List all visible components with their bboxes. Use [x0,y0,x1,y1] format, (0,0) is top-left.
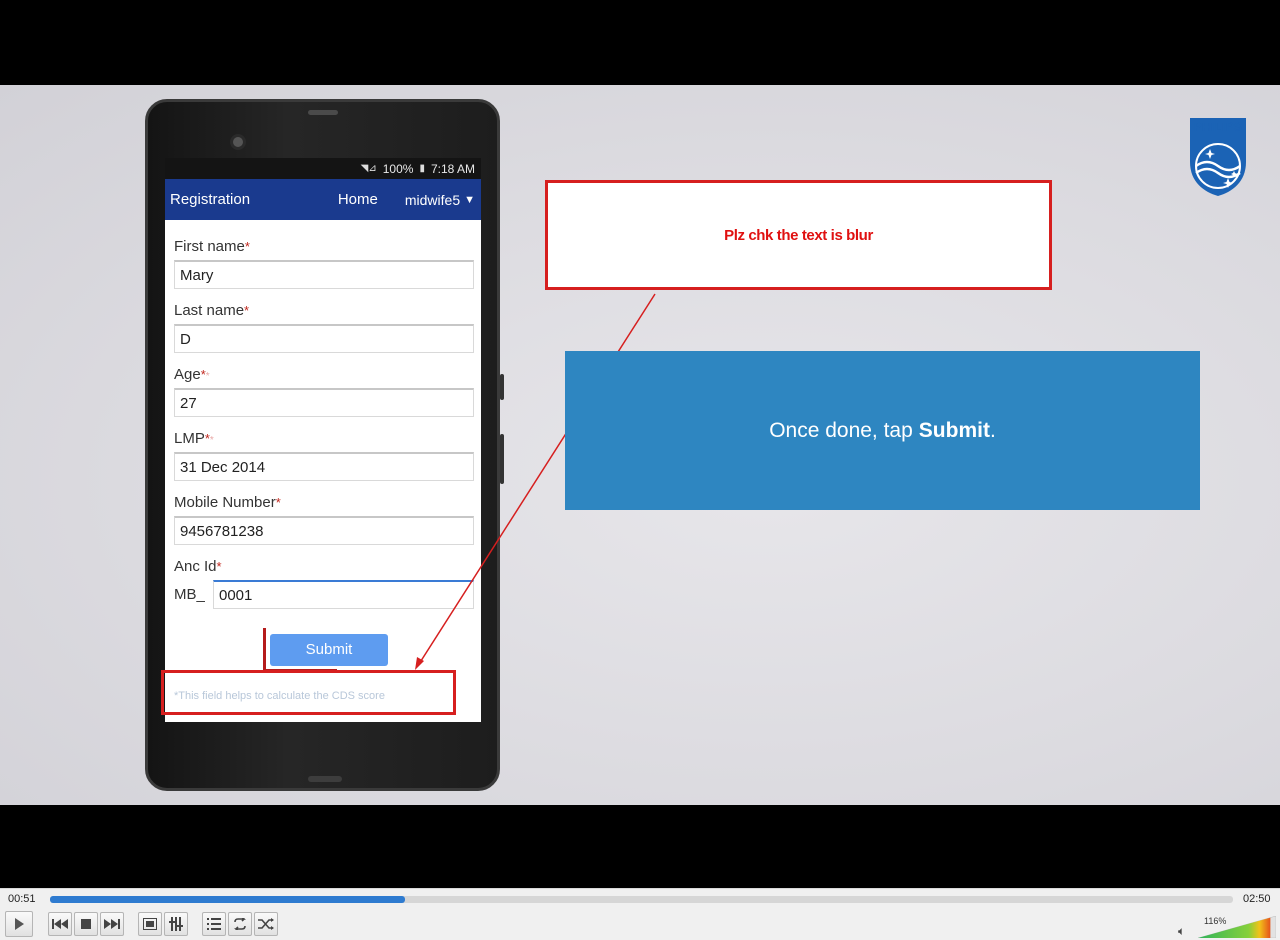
user-name: midwife5 [404,191,461,208]
annotation-comment: Plz chk the text is blur [724,226,873,244]
extended-settings-button[interactable] [164,912,188,936]
anc-id-row: MB_ 0001 [174,580,474,609]
phone-speaker [308,110,338,115]
anc-id-label-text: Anc Id [174,558,217,575]
age-label: Age** [174,364,474,388]
mobile-number-label: Mobile Number* [174,492,474,516]
player-controls: 00:51 02:50 [0,888,1280,940]
annotation-comment-box: Plz chk the text is blur [545,180,1052,290]
annotation-highlight-box [161,670,456,715]
phone-camera [230,134,246,150]
anc-id-field[interactable]: 0001 [213,580,474,609]
loop-icon [234,918,246,930]
last-name-label-text: Last name [174,302,245,319]
first-name-label: First name* [174,236,474,260]
battery-icon: ▮ [419,163,425,174]
cds-mark: * [205,371,210,382]
last-name-label: Last name* [174,300,474,324]
fullscreen-icon [143,918,157,930]
play-button[interactable] [5,911,33,937]
age-field[interactable]: 27 [174,388,474,417]
shuffle-icon [258,918,274,930]
required-mark: * [216,559,222,574]
seek-bar[interactable] [50,896,1233,903]
volume-icon[interactable]: 🔈︎ [1178,924,1185,939]
home-link[interactable]: Home [338,191,378,208]
stop-icon [81,919,91,929]
fullscreen-button[interactable] [138,912,162,936]
lmp-label: LMP** [174,428,474,452]
phone-side-button [500,374,504,400]
banner-text: Once done, tap [769,418,913,442]
registration-form: First name* Mary Last name* D Age** 27 L… [165,220,481,609]
instruction-banner: Once done, tap Submit. [565,351,1200,510]
user-menu[interactable]: midwife5 ▼ [405,192,475,208]
play-icon [15,918,24,930]
annotation-bracket [263,628,266,672]
battery-level: 100% [382,161,414,176]
phone-screen: ◥⊿ 100% ▮ 7:18 AM Registration Home midw… [165,158,481,722]
mobile-number-field[interactable]: 9456781238 [174,516,474,545]
stop-button[interactable] [74,912,98,936]
video-frame: PHILIPS ◥⊿ 100% ▮ 7:18 AM Registration H… [0,0,1280,888]
next-button[interactable] [100,912,124,936]
lmp-field[interactable]: 31 Dec 2014 [174,452,474,481]
shuffle-button[interactable] [254,912,278,936]
last-name-field[interactable]: D [174,324,474,353]
required-mark: * [275,495,281,510]
required-mark: * [244,239,250,254]
phone-side-button [500,434,504,484]
banner-bold-text: Submit [918,418,990,442]
mobile-number-label-text: Mobile Number [174,494,276,511]
phone-bottom-port [308,776,342,782]
volume-slider[interactable] [1198,916,1276,938]
app-bar: Registration Home midwife5 ▼ [165,179,481,220]
app-title: Registration [170,191,251,208]
loop-button[interactable] [228,912,252,936]
signal-icon: ◥⊿ [360,163,377,174]
lmp-label-text: LMP [174,430,205,447]
extended-settings-icon [169,917,183,931]
seek-bar-progress [50,896,405,903]
cds-mark: * [209,435,214,446]
anc-id-label: Anc Id* [174,556,474,580]
status-time: 7:18 AM [430,161,475,176]
first-name-label-text: First name [174,238,245,255]
philips-wordmark: PHILIPS [1193,120,1243,134]
submit-button[interactable]: Submit [270,634,388,666]
next-icon [104,919,120,929]
banner-end: . [989,418,996,442]
previous-icon [52,919,68,929]
anc-id-prefix: MB_ [174,586,205,603]
duration-time: 02:50 [1243,893,1271,905]
current-time: 00:51 [8,893,36,905]
age-label-text: Age [174,366,201,383]
philips-logo: PHILIPS [1186,116,1250,198]
required-mark: * [244,303,250,318]
playlist-icon [207,918,221,930]
playlist-button[interactable] [202,912,226,936]
status-bar: ◥⊿ 100% ▮ 7:18 AM [165,158,481,179]
previous-button[interactable] [48,912,72,936]
caret-down-icon: ▼ [464,193,475,206]
first-name-field[interactable]: Mary [174,260,474,289]
